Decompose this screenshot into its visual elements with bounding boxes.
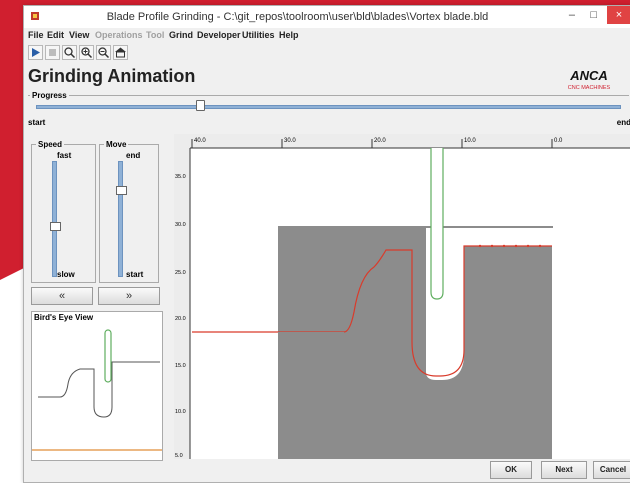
move-group: Move end start (99, 140, 159, 283)
y-tick-label: 20.0 (175, 316, 186, 322)
move-slider-thumb[interactable] (116, 185, 127, 195)
menu-grind[interactable]: Grind (169, 30, 193, 40)
home-view-icon (115, 47, 126, 58)
ok-button[interactable]: OK (490, 461, 532, 479)
move-label: Move (104, 140, 129, 149)
close-button[interactable]: × (607, 6, 630, 24)
birds-eye-view-panel: Bird's Eye View (31, 311, 163, 461)
speed-group: Speed fast slow (31, 140, 96, 283)
logo-sub-text: CNC MACHINES (568, 85, 611, 91)
next-button[interactable]: Next (541, 461, 587, 479)
zoom-in-icon (81, 47, 93, 59)
x-tick-label: 40.0 (194, 138, 206, 144)
zoom-out-icon (98, 47, 110, 59)
speed-slider-track[interactable] (52, 161, 57, 277)
page-title: Grinding Animation (28, 66, 196, 86)
speed-fast-label: fast (57, 151, 72, 160)
menu-utilities[interactable]: Utilities (242, 30, 275, 40)
play-button[interactable] (28, 45, 43, 60)
app-window: Blade Profile Grinding - C:\git_repos\to… (23, 5, 630, 483)
zoom-out-button[interactable] (96, 45, 111, 60)
x-tick-label: 30.0 (284, 138, 296, 144)
zoom-fit-button[interactable] (62, 45, 77, 60)
stop-icon (49, 49, 56, 56)
grinding-simulation-view: 40.0 30.0 20.0 10.0 0.0 35.0 30.0 25.0 2… (174, 134, 630, 459)
speed-label: Speed (36, 140, 65, 149)
play-icon (32, 48, 40, 57)
menu-bar: File Edit View Operations Tool Grind Dev… (24, 28, 630, 43)
progress-end-label: end (616, 118, 630, 127)
menu-help[interactable]: Help (279, 30, 299, 40)
y-tick-label: 35.0 (175, 174, 186, 180)
x-tick-label: 10.0 (464, 138, 476, 144)
x-tick-label: 0.0 (554, 138, 563, 144)
progress-group: Progress (28, 91, 629, 116)
y-tick-label: 5.0 (175, 453, 183, 459)
menu-edit[interactable]: Edit (47, 30, 64, 40)
window-title: Blade Profile Grinding - C:\git_repos\to… (106, 11, 489, 23)
groove-cut (439, 300, 457, 373)
move-slider-track[interactable] (118, 161, 123, 277)
birds-eye-diagram (32, 329, 162, 451)
workpiece-top (403, 226, 553, 228)
home-view-button[interactable] (113, 45, 128, 60)
progress-slider-track[interactable] (36, 105, 621, 109)
speed-slider-thumb[interactable] (50, 221, 61, 231)
menu-file[interactable]: File (28, 30, 44, 40)
menu-tool[interactable]: Tool (146, 30, 164, 40)
x-tick-label: 20.0 (374, 138, 386, 144)
progress-label: Progress (30, 91, 69, 100)
zoom-in-button[interactable] (79, 45, 94, 60)
move-end-label: end (126, 151, 141, 160)
cancel-button[interactable]: Cancel (593, 461, 630, 479)
move-start-label: start (126, 270, 144, 279)
toolbar (24, 43, 630, 63)
step-back-button[interactable]: « (31, 287, 93, 305)
stop-button[interactable] (45, 45, 60, 60)
workpiece-lower-left (278, 332, 344, 459)
minimize-button[interactable]: – (569, 9, 575, 21)
speed-slow-label: slow (57, 270, 75, 279)
progress-slider-thumb[interactable] (195, 100, 205, 111)
anca-logo: ANCA CNC MACHINES (568, 68, 611, 91)
y-tick-label: 25.0 (175, 270, 186, 276)
zoom-fit-icon (64, 47, 76, 59)
maximize-button[interactable]: □ (590, 9, 597, 21)
grinding-wheel (430, 148, 444, 300)
menu-operations[interactable]: Operations (95, 30, 143, 40)
y-tick-label: 15.0 (175, 363, 186, 369)
title-bar: Blade Profile Grinding - C:\git_repos\to… (24, 6, 630, 28)
menu-view[interactable]: View (69, 30, 89, 40)
progress-start-label: start (28, 118, 46, 127)
y-tick-label: 10.0 (175, 409, 186, 415)
step-forward-button[interactable]: » (98, 287, 160, 305)
y-tick-label: 30.0 (175, 222, 186, 228)
logo-brand-text: ANCA (569, 68, 608, 83)
animation-canvas[interactable]: 40.0 30.0 20.0 10.0 0.0 35.0 30.0 25.0 2… (174, 134, 630, 459)
menu-developer[interactable]: Developer (197, 30, 241, 40)
